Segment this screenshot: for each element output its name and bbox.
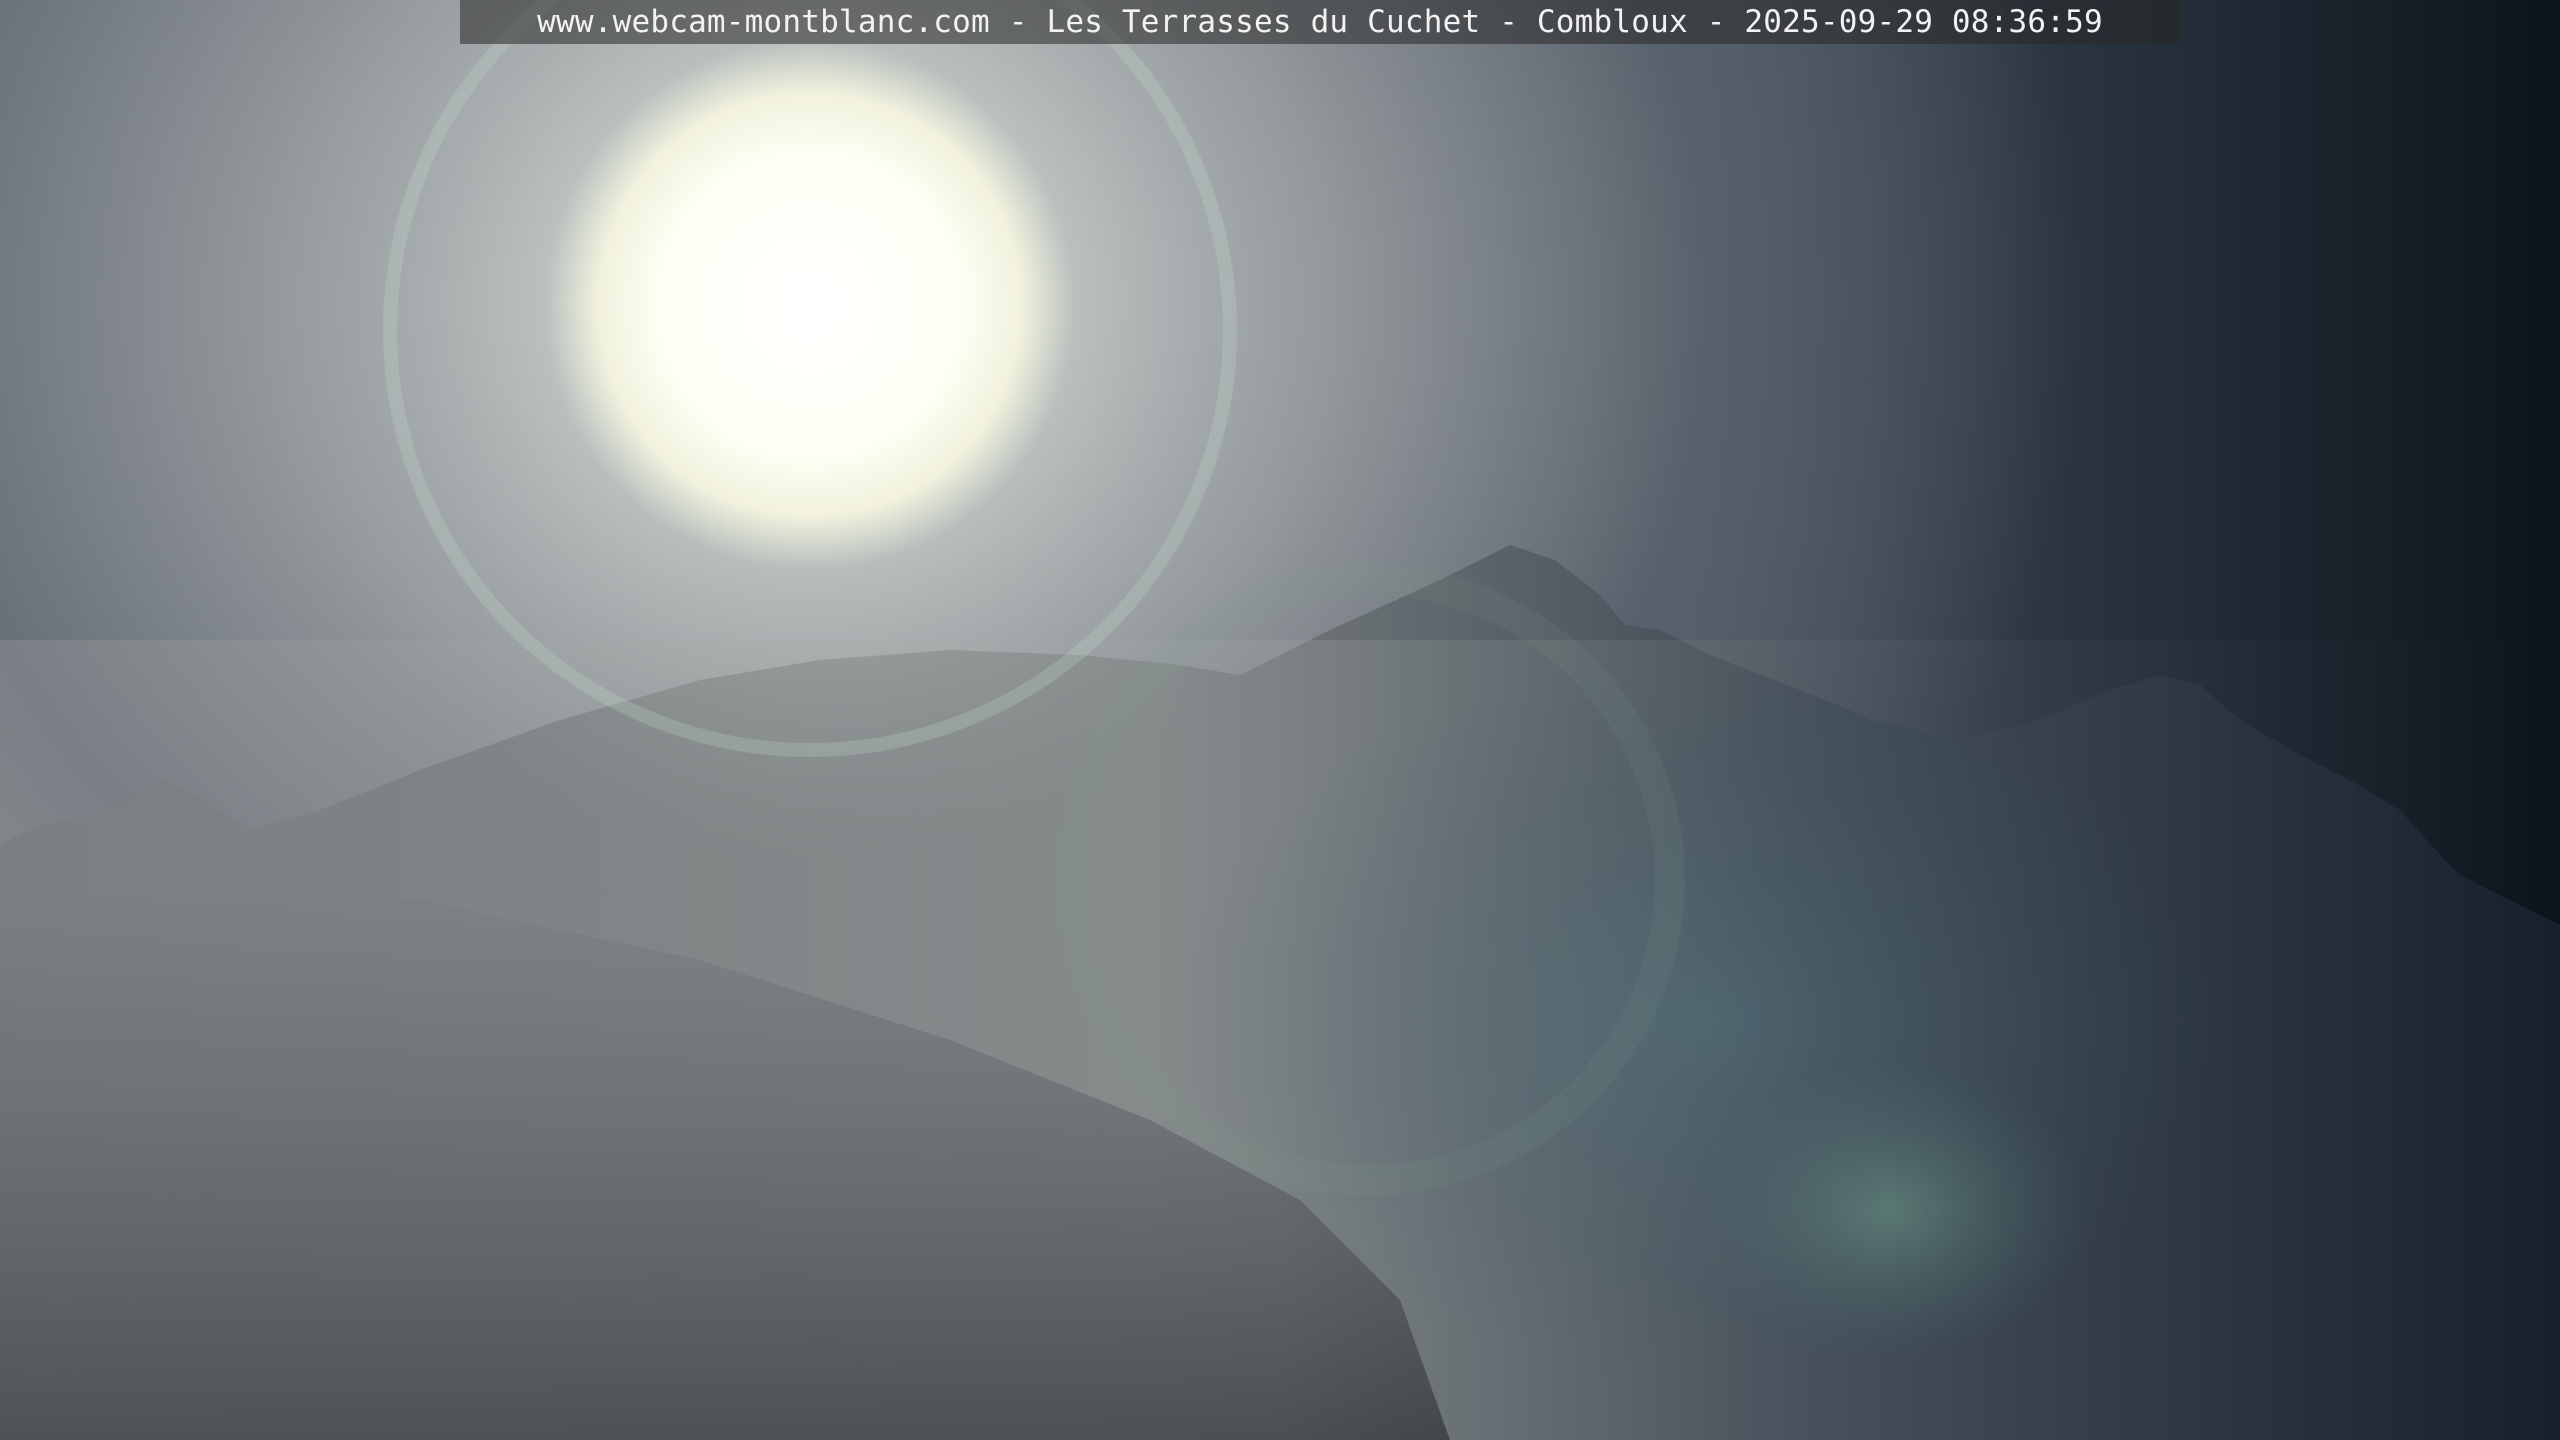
webcam-image: www.webcam-montblanc.com - Les Terrasses…	[0, 0, 2560, 1440]
sun	[545, 40, 1075, 570]
webcam-caption: www.webcam-montblanc.com - Les Terrasses…	[537, 4, 2103, 40]
lens-flare-green	[1690, 1060, 2090, 1360]
landscape-drawing	[0, 0, 2560, 1440]
